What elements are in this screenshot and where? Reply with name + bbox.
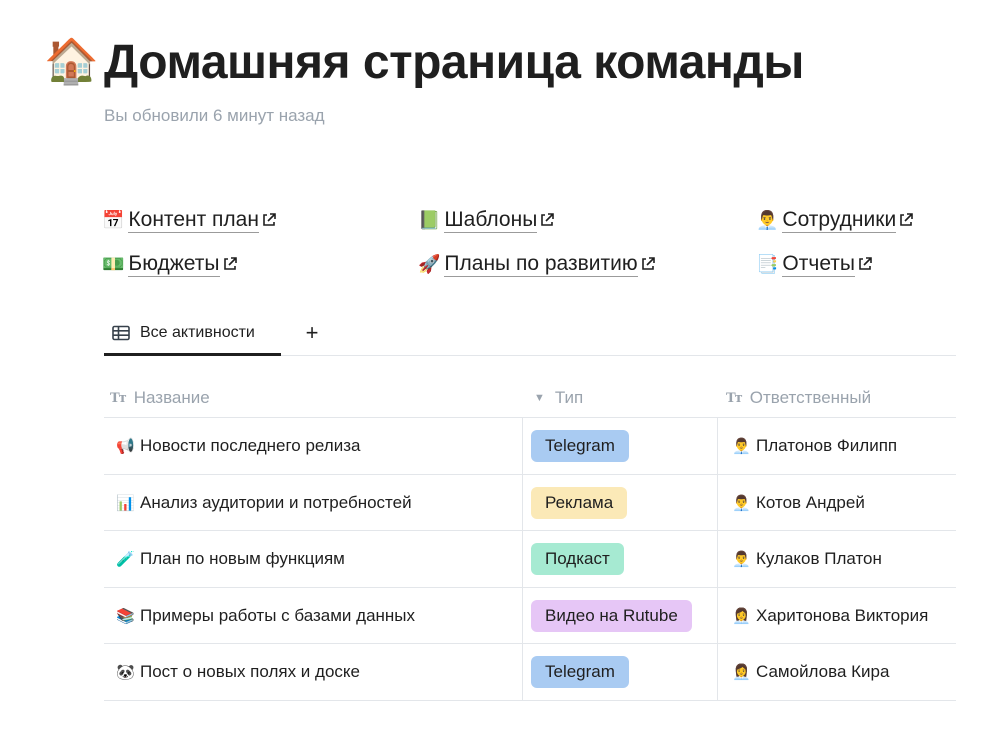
link-label: Отчеты — [782, 251, 856, 277]
money-icon: 💵 — [102, 253, 125, 275]
row-title: Пост о новых полях и доске — [140, 662, 360, 681]
link-reports[interactable]: 📑 Отчеты — [756, 247, 873, 281]
owner-name: Котов Андрей — [756, 492, 865, 512]
cell-owner[interactable]: 👩‍💼 Харитонова Виктория — [717, 587, 956, 644]
document-icon: 📑 — [756, 253, 779, 275]
owner-name: Самойлова Кира — [756, 662, 890, 681]
owner-name: Платонов Филипп — [756, 436, 898, 455]
text-property-icon: Tт — [726, 390, 743, 406]
external-link-icon — [222, 256, 238, 272]
cell-name[interactable]: 📢 Новости последнего релиза — [104, 418, 522, 474]
type-tag: Подкаст — [531, 543, 624, 575]
cell-type[interactable]: Telegram — [522, 644, 717, 700]
panda-icon: 🐼 — [116, 663, 135, 681]
column-header-name[interactable]: Tт Название — [110, 378, 210, 418]
link-label: Контент план — [128, 207, 259, 233]
link-templates[interactable]: 📗 Шаблоны — [418, 203, 555, 237]
page-title: Домашняя страница команды — [104, 36, 804, 89]
external-link-icon — [640, 256, 656, 272]
cell-name[interactable]: 📚 Примеры работы с базами данных — [104, 588, 522, 644]
type-tag: Реклама — [531, 486, 628, 519]
cell-owner[interactable]: 👨‍💼 Котов Андрей — [717, 474, 956, 531]
cell-owner[interactable]: 👨‍💼 Кулаков Платон — [717, 531, 956, 587]
cell-name[interactable]: 🐼 Пост о новых полях и доске — [104, 644, 522, 700]
select-property-icon: ▼ — [534, 392, 545, 404]
tab-label: Все активности — [140, 323, 255, 341]
cell-type[interactable]: Реклама — [522, 474, 717, 531]
cell-owner[interactable]: 👨‍💼 Платонов Филипп — [717, 418, 956, 474]
link-content-plan[interactable]: 📅 Контент план — [102, 203, 277, 237]
person-icon: 👨‍💼 — [732, 550, 751, 568]
person-icon: 👨‍💼 — [732, 437, 751, 455]
link-budgets[interactable]: 💵 Бюджеты — [102, 247, 238, 281]
link-label: Сотрудники — [782, 207, 897, 233]
type-tag: Видео на Rutube — [531, 599, 692, 632]
cell-type[interactable]: Видео на Rutube — [522, 587, 717, 644]
table-row[interactable]: 📊 Анализ аудитории и потребностей Реклама… — [104, 474, 956, 531]
person-icon: 👨‍💼 — [756, 209, 779, 231]
link-employees[interactable]: 👨‍💼 Сотрудники — [756, 203, 914, 237]
type-tag: Telegram — [531, 430, 629, 462]
add-view-button[interactable]: + — [300, 320, 324, 346]
column-header-label: Ответственный — [749, 388, 872, 407]
owner-name: Кулаков Платон — [756, 549, 882, 568]
cell-type[interactable]: Telegram — [522, 418, 717, 474]
row-title: Анализ аудитории и потребностей — [140, 492, 412, 512]
link-development-plans[interactable]: 🚀 Планы по развитию — [418, 247, 656, 281]
column-header-owner[interactable]: Tт Ответственный — [726, 378, 871, 418]
link-label: Шаблоны — [444, 207, 538, 233]
cell-owner[interactable]: 👩‍💼 Самойлова Кира — [717, 644, 956, 700]
text-property-icon: Tт — [110, 390, 127, 406]
cell-type[interactable]: Подкаст — [522, 531, 717, 587]
books-icon: 📚 — [116, 606, 135, 625]
person-icon: 👩‍💼 — [732, 606, 751, 625]
column-header-type[interactable]: ▼ Тип — [534, 378, 583, 418]
page-icon[interactable]: 🏠 — [44, 36, 99, 88]
external-link-icon — [857, 256, 873, 272]
external-link-icon — [898, 212, 914, 228]
external-link-icon — [261, 212, 277, 228]
quick-links: 📅 Контент план 📗 Шаблоны 👨‍💼 Сотрудники … — [0, 200, 1000, 300]
link-label: Планы по развитию — [444, 251, 638, 277]
link-label: Бюджеты — [128, 251, 220, 277]
test-tube-icon: 🧪 — [116, 550, 135, 568]
cell-name[interactable]: 📊 Анализ аудитории и потребностей — [104, 475, 522, 531]
column-header-label: Название — [133, 388, 210, 407]
type-tag: Telegram — [531, 656, 629, 688]
table-row[interactable]: 📚 Примеры работы с базами данных Видео на… — [104, 587, 956, 644]
row-title: Новости последнего релиза — [140, 436, 361, 455]
external-link-icon — [539, 212, 555, 228]
person-icon: 👨‍💼 — [732, 493, 751, 512]
activities-table: Tт Название ▼ Тип Tт Ответственный 📢 Ново… — [104, 378, 956, 701]
table-row[interactable]: 🐼 Пост о новых полях и доске Telegram 👩‍💼… — [104, 644, 956, 701]
view-tabs: Все активности + — [104, 312, 956, 356]
calendar-icon: 📅 — [102, 209, 125, 231]
row-title: Примеры работы с базами данных — [140, 605, 416, 625]
table-row[interactable]: 🧪 План по новым функциям Подкаст 👨‍💼 Кулак… — [104, 531, 956, 588]
table-icon — [112, 325, 130, 341]
rocket-icon: 🚀 — [418, 253, 441, 275]
table-row[interactable]: 📢 Новости последнего релиза Telegram 👨‍💼 П… — [104, 418, 956, 475]
row-title: План по новым функциям — [140, 549, 345, 568]
last-edited-text: Вы обновили 6 минут назад — [104, 106, 325, 125]
owner-name: Харитонова Виктория — [756, 605, 929, 625]
table-header: Tт Название ▼ Тип Tт Ответственный — [104, 378, 956, 418]
megaphone-icon: 📢 — [116, 437, 135, 455]
cell-name[interactable]: 🧪 План по новым функциям — [104, 531, 522, 587]
tab-all-activities[interactable]: Все активности — [104, 312, 281, 356]
green-book-icon: 📗 — [418, 209, 441, 231]
person-icon: 👩‍💼 — [732, 663, 751, 681]
column-header-label: Тип — [554, 388, 584, 407]
chart-icon: 📊 — [116, 493, 135, 512]
